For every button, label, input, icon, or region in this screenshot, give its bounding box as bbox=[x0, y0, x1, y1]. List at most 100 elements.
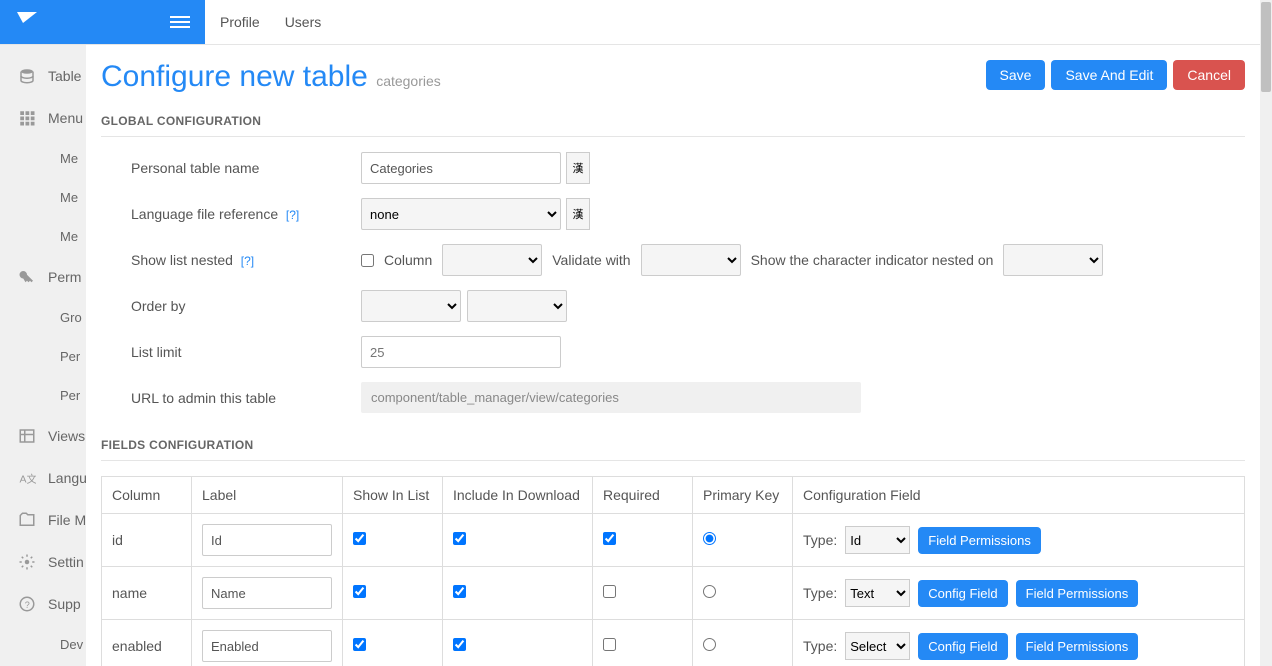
sidebar-item-per[interactable]: Per bbox=[0, 376, 86, 415]
sidebar-item-settin[interactable]: Settin bbox=[0, 541, 86, 583]
svg-text:A文: A文 bbox=[20, 473, 37, 486]
sidebar-item-file m[interactable]: File M bbox=[0, 499, 86, 541]
sidebar-item-dev[interactable]: Dev bbox=[0, 625, 86, 664]
sidebar-item-label: Perm bbox=[48, 269, 81, 285]
checkbox-showInList[interactable] bbox=[353, 638, 366, 651]
radio-primary-key[interactable] bbox=[703, 585, 716, 598]
logo-icon bbox=[15, 9, 39, 36]
select-field-type[interactable]: Text bbox=[845, 579, 910, 607]
select-nested-column[interactable] bbox=[442, 244, 542, 276]
checkbox-required[interactable] bbox=[603, 638, 616, 651]
checkbox-includeInDownload[interactable] bbox=[453, 585, 466, 598]
field-permissions-button[interactable]: Field Permissions bbox=[1016, 580, 1139, 607]
select-order-by-dir[interactable] bbox=[467, 290, 567, 322]
sidebar-item-views[interactable]: Views bbox=[0, 415, 86, 457]
sidebar-icon bbox=[18, 67, 36, 85]
row-show-list-nested: Show list nested [?] Column Validate wit… bbox=[101, 244, 1245, 276]
scrollbar-thumb[interactable] bbox=[1261, 2, 1271, 92]
config-field-button[interactable]: Config Field bbox=[918, 580, 1007, 607]
select-field-type[interactable]: Select bbox=[845, 632, 910, 660]
th-required: Required bbox=[593, 477, 693, 514]
sidebar: Table Menu Me Me Me Perm Gro Per Per ViewsA文Langu… bbox=[0, 45, 86, 666]
url-value: component/table_manager/view/categories bbox=[361, 382, 861, 413]
checkbox-includeInDownload[interactable] bbox=[453, 532, 466, 545]
sidebar-item-perm[interactable]: Perm bbox=[0, 256, 86, 298]
topbar: Profile Users bbox=[0, 0, 1272, 45]
radio-primary-key[interactable] bbox=[703, 532, 716, 545]
th-primary-key: Primary Key bbox=[693, 477, 793, 514]
sidebar-item-label: Settin bbox=[48, 554, 84, 570]
checkbox-includeInDownload[interactable] bbox=[453, 638, 466, 651]
sidebar-item-menu[interactable]: Menu bbox=[0, 97, 86, 139]
sidebar-item-supp[interactable]: ? Supp bbox=[0, 583, 86, 625]
cancel-button[interactable]: Cancel bbox=[1173, 60, 1245, 90]
sidebar-item-label: Per bbox=[60, 388, 80, 403]
input-personal-table-name[interactable] bbox=[361, 152, 561, 184]
sidebar-icon bbox=[18, 427, 36, 445]
sidebar-item-label: Me bbox=[60, 229, 78, 244]
config-field-button[interactable]: Config Field bbox=[918, 633, 1007, 660]
label-order-by: Order by bbox=[131, 298, 361, 314]
row-list-limit: List limit bbox=[101, 336, 1245, 368]
action-buttons: Save Save And Edit Cancel bbox=[986, 60, 1245, 90]
sidebar-icon bbox=[18, 109, 36, 127]
translate-icon[interactable]: 漢 bbox=[566, 198, 590, 230]
checkbox-show-list-nested[interactable] bbox=[361, 254, 374, 267]
table-row: idType:IdField Permissions bbox=[102, 514, 1245, 567]
select-char-indicator[interactable] bbox=[1003, 244, 1103, 276]
save-and-edit-button[interactable]: Save And Edit bbox=[1051, 60, 1167, 90]
main-content: Configure new table categories Save Save… bbox=[86, 45, 1260, 666]
field-permissions-button[interactable]: Field Permissions bbox=[1016, 633, 1139, 660]
scrollbar[interactable] bbox=[1260, 0, 1272, 666]
nav-profile[interactable]: Profile bbox=[220, 14, 260, 30]
sidebar-item-me[interactable]: Me bbox=[0, 217, 86, 256]
sidebar-icon: A文 bbox=[18, 469, 36, 487]
input-list-limit[interactable] bbox=[361, 336, 561, 368]
input-field-label[interactable] bbox=[202, 524, 332, 556]
input-field-label[interactable] bbox=[202, 577, 332, 609]
radio-primary-key[interactable] bbox=[703, 638, 716, 651]
checkbox-required[interactable] bbox=[603, 585, 616, 598]
sidebar-item-label: Menu bbox=[48, 110, 83, 126]
help-show-list-nested[interactable]: [?] bbox=[241, 254, 254, 268]
sidebar-item-label: Supp bbox=[48, 596, 81, 612]
label-list-limit: List limit bbox=[131, 344, 361, 360]
select-lang-file-ref[interactable]: none bbox=[361, 198, 561, 230]
select-field-type[interactable]: Id bbox=[845, 526, 910, 554]
save-button[interactable]: Save bbox=[986, 60, 1046, 90]
sidebar-item-table[interactable]: Table bbox=[0, 55, 86, 97]
th-config-field: Configuration Field bbox=[793, 477, 1245, 514]
nav-users[interactable]: Users bbox=[285, 14, 322, 30]
sidebar-item-label: Me bbox=[60, 190, 78, 205]
sidebar-item-label: Dev bbox=[60, 637, 83, 652]
page-title: Configure new table categories bbox=[101, 60, 441, 94]
label-url: URL to admin this table bbox=[131, 390, 361, 406]
svg-text:?: ? bbox=[25, 600, 30, 610]
label-type: Type: bbox=[803, 638, 837, 654]
menu-toggle-icon[interactable] bbox=[170, 16, 190, 28]
checkbox-showInList[interactable] bbox=[353, 585, 366, 598]
sidebar-item-langu[interactable]: A文Langu bbox=[0, 457, 86, 499]
sidebar-item-gro[interactable]: Gro bbox=[0, 298, 86, 337]
input-field-label[interactable] bbox=[202, 630, 332, 662]
cell-column: enabled bbox=[102, 620, 192, 666]
label-personal-table-name: Personal table name bbox=[131, 160, 361, 176]
sidebar-item-me[interactable]: Me bbox=[0, 139, 86, 178]
row-url: URL to admin this table component/table_… bbox=[101, 382, 1245, 413]
row-order-by: Order by bbox=[101, 290, 1245, 322]
field-permissions-button[interactable]: Field Permissions bbox=[918, 527, 1041, 554]
select-validate-with[interactable] bbox=[641, 244, 741, 276]
help-lang-file-ref[interactable]: [?] bbox=[286, 208, 299, 222]
checkbox-required[interactable] bbox=[603, 532, 616, 545]
th-include-download: Include In Download bbox=[443, 477, 593, 514]
sidebar-item-label: File M bbox=[48, 512, 86, 528]
translate-icon[interactable]: 漢 bbox=[566, 152, 590, 184]
sidebar-item-per[interactable]: Per bbox=[0, 337, 86, 376]
top-nav: Profile Users bbox=[205, 0, 321, 44]
sidebar-item-label: Me bbox=[60, 151, 78, 166]
sidebar-item-me[interactable]: Me bbox=[0, 178, 86, 217]
sidebar-icon bbox=[18, 511, 36, 529]
checkbox-showInList[interactable] bbox=[353, 532, 366, 545]
select-order-by-field[interactable] bbox=[361, 290, 461, 322]
sidebar-item-label: Per bbox=[60, 349, 80, 364]
